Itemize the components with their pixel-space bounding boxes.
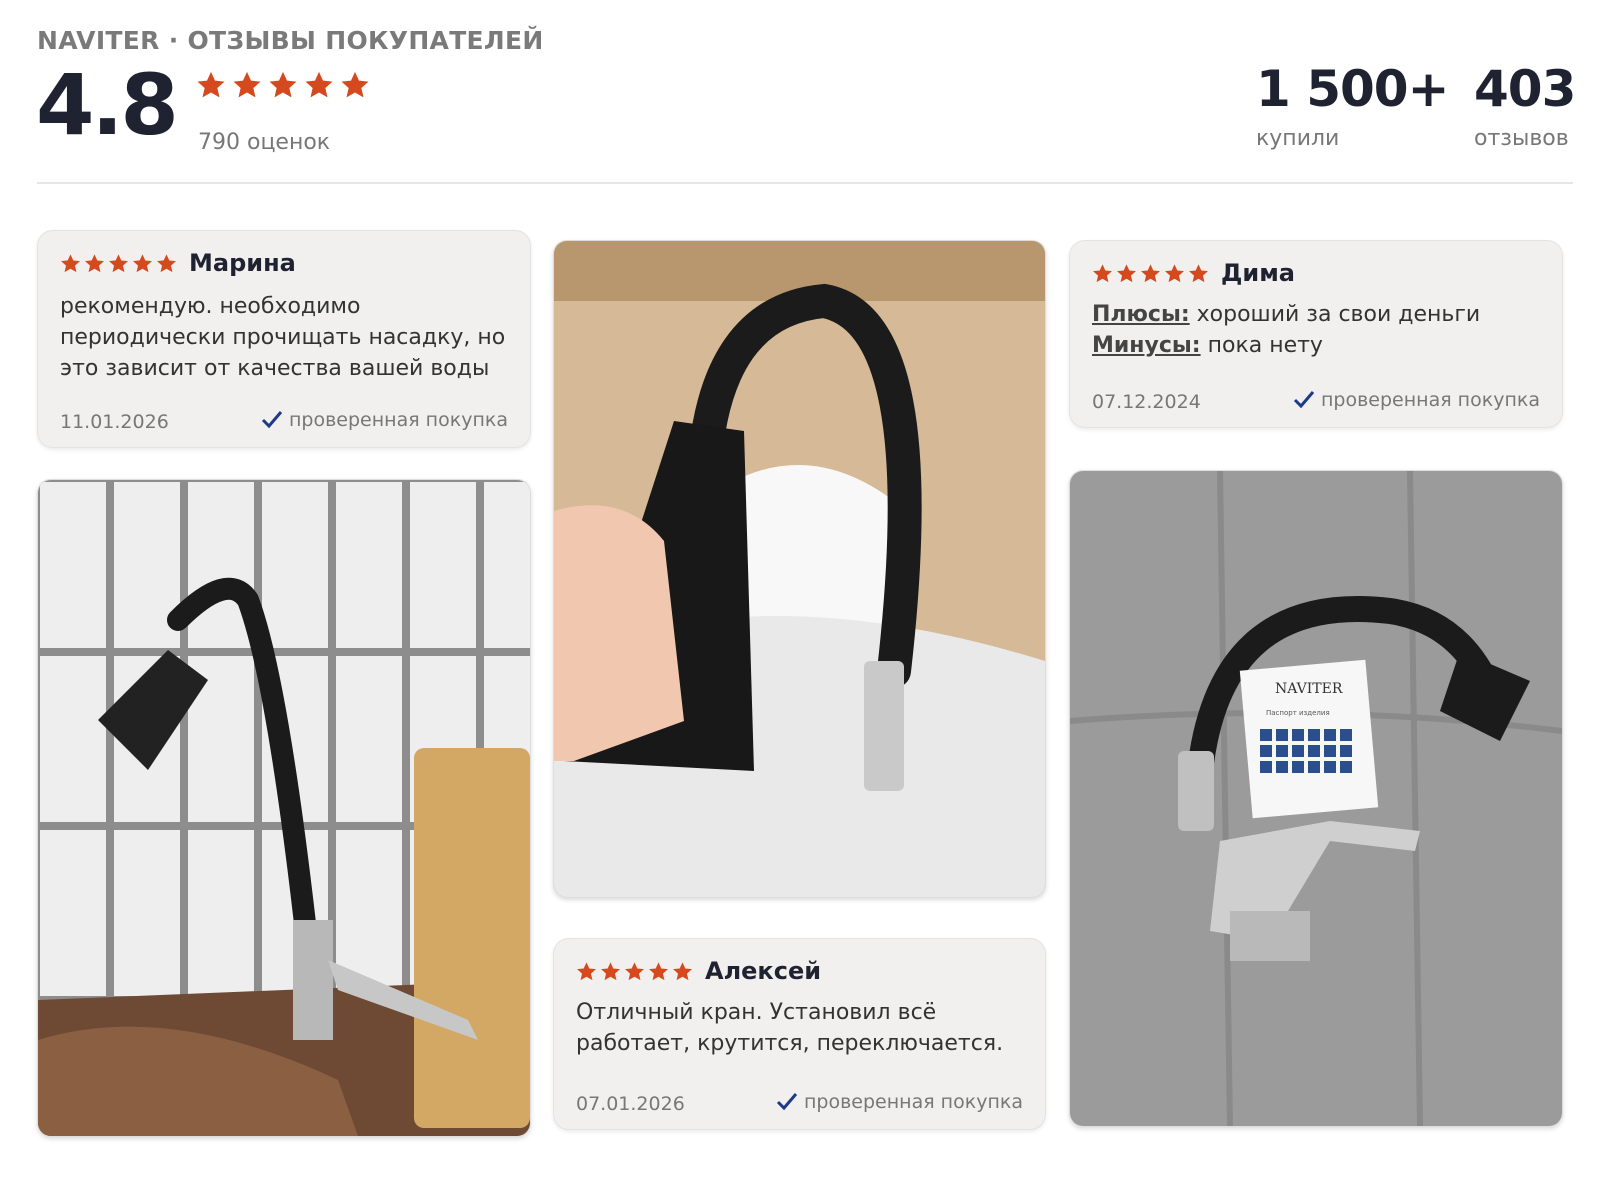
star-icon: [649, 961, 668, 980]
review-text: Отличный кран. Установил всё работает, к…: [576, 1000, 1004, 1056]
cons-text: пока нету: [1207, 333, 1323, 358]
star-icon: [577, 961, 596, 980]
passport-text: Паспорт изделия: [1266, 709, 1330, 717]
review-stars: [1092, 263, 1209, 284]
pros-label: Плюсы:: [1092, 302, 1190, 327]
verified-label: проверенная покупка: [803, 1091, 1023, 1113]
bought-value: 1 500+: [1256, 60, 1449, 118]
verified-label: проверенная покупка: [288, 409, 508, 431]
faucet-in-box-photo[interactable]: [553, 240, 1046, 898]
checkmark-icon: [776, 1093, 798, 1111]
verified-label: проверенная покупка: [1320, 389, 1540, 411]
reviewer-name: Марина: [189, 249, 296, 277]
review-pros-cons: Плюсы: хороший за свои деньги Минусы: по…: [1092, 299, 1544, 361]
star-icon: [133, 253, 152, 272]
star-icon: [85, 253, 104, 272]
reviewer-name: Алексей: [705, 957, 822, 985]
page-title: NAVITER · ОТЗЫВЫ ПОКУПАТЕЛЕЙ: [37, 26, 544, 55]
star-icon: [601, 961, 620, 980]
review-stars: [576, 961, 693, 982]
checkmark-icon: [261, 411, 283, 429]
star-icon: [269, 71, 297, 98]
faucet-with-passport-photo[interactable]: NAVITER Паспорт изделия: [1069, 470, 1563, 1127]
reviews-stat[interactable]: 403 отзывов: [1474, 60, 1576, 151]
star-icon: [197, 71, 225, 98]
review-stars: [60, 253, 177, 274]
verified-purchase: проверенная покупка: [776, 1091, 1023, 1113]
cons-label: Минусы:: [1092, 333, 1201, 358]
star-icon: [157, 253, 176, 272]
reviews-value: 403: [1474, 60, 1576, 118]
verified-purchase: проверенная покупка: [1293, 389, 1540, 411]
average-rating: 4.8: [36, 56, 179, 154]
star-icon: [305, 71, 333, 98]
ratings-count: 790 оценок: [198, 130, 331, 155]
review-date: 07.01.2026: [576, 1093, 685, 1115]
faucet-installed-photo[interactable]: [37, 479, 531, 1137]
review-text: рекомендую. необходимо периодически проч…: [60, 294, 506, 381]
star-icon: [1165, 263, 1184, 282]
star-icon: [341, 71, 369, 98]
review-cons: Минусы: пока нету: [1092, 330, 1544, 361]
naviter-logo: NAVITER: [1275, 681, 1343, 697]
star-icon: [1189, 263, 1208, 282]
review-pros: Плюсы: хороший за свои деньги: [1092, 299, 1544, 330]
review-card-aleksey[interactable]: Алексей Отличный кран. Установил всё раб…: [553, 938, 1046, 1130]
bought-label: купили: [1256, 126, 1340, 151]
reviewer-name: Дима: [1221, 259, 1296, 287]
review-date: 07.12.2024: [1092, 391, 1201, 413]
checkmark-icon: [1293, 391, 1315, 409]
rating-stars: [196, 70, 370, 100]
star-icon: [109, 253, 128, 272]
star-icon: [1093, 263, 1112, 282]
star-icon: [1141, 263, 1160, 282]
header-divider: [37, 182, 1573, 184]
star-icon: [61, 253, 80, 272]
star-icon: [625, 961, 644, 980]
review-card-marina[interactable]: Марина рекомендую. необходимо периодичес…: [37, 230, 531, 448]
bought-stat: 1 500+ купили: [1256, 60, 1449, 151]
review-date: 11.01.2026: [60, 411, 169, 433]
star-icon: [233, 71, 261, 98]
review-card-dima[interactable]: Дима Плюсы: хороший за свои деньги Минус…: [1069, 240, 1563, 428]
star-icon: [673, 961, 692, 980]
pros-text: хороший за свои деньги: [1196, 302, 1481, 327]
reviews-label: отзывов: [1474, 126, 1569, 151]
verified-purchase: проверенная покупка: [261, 409, 508, 431]
star-icon: [1117, 263, 1136, 282]
